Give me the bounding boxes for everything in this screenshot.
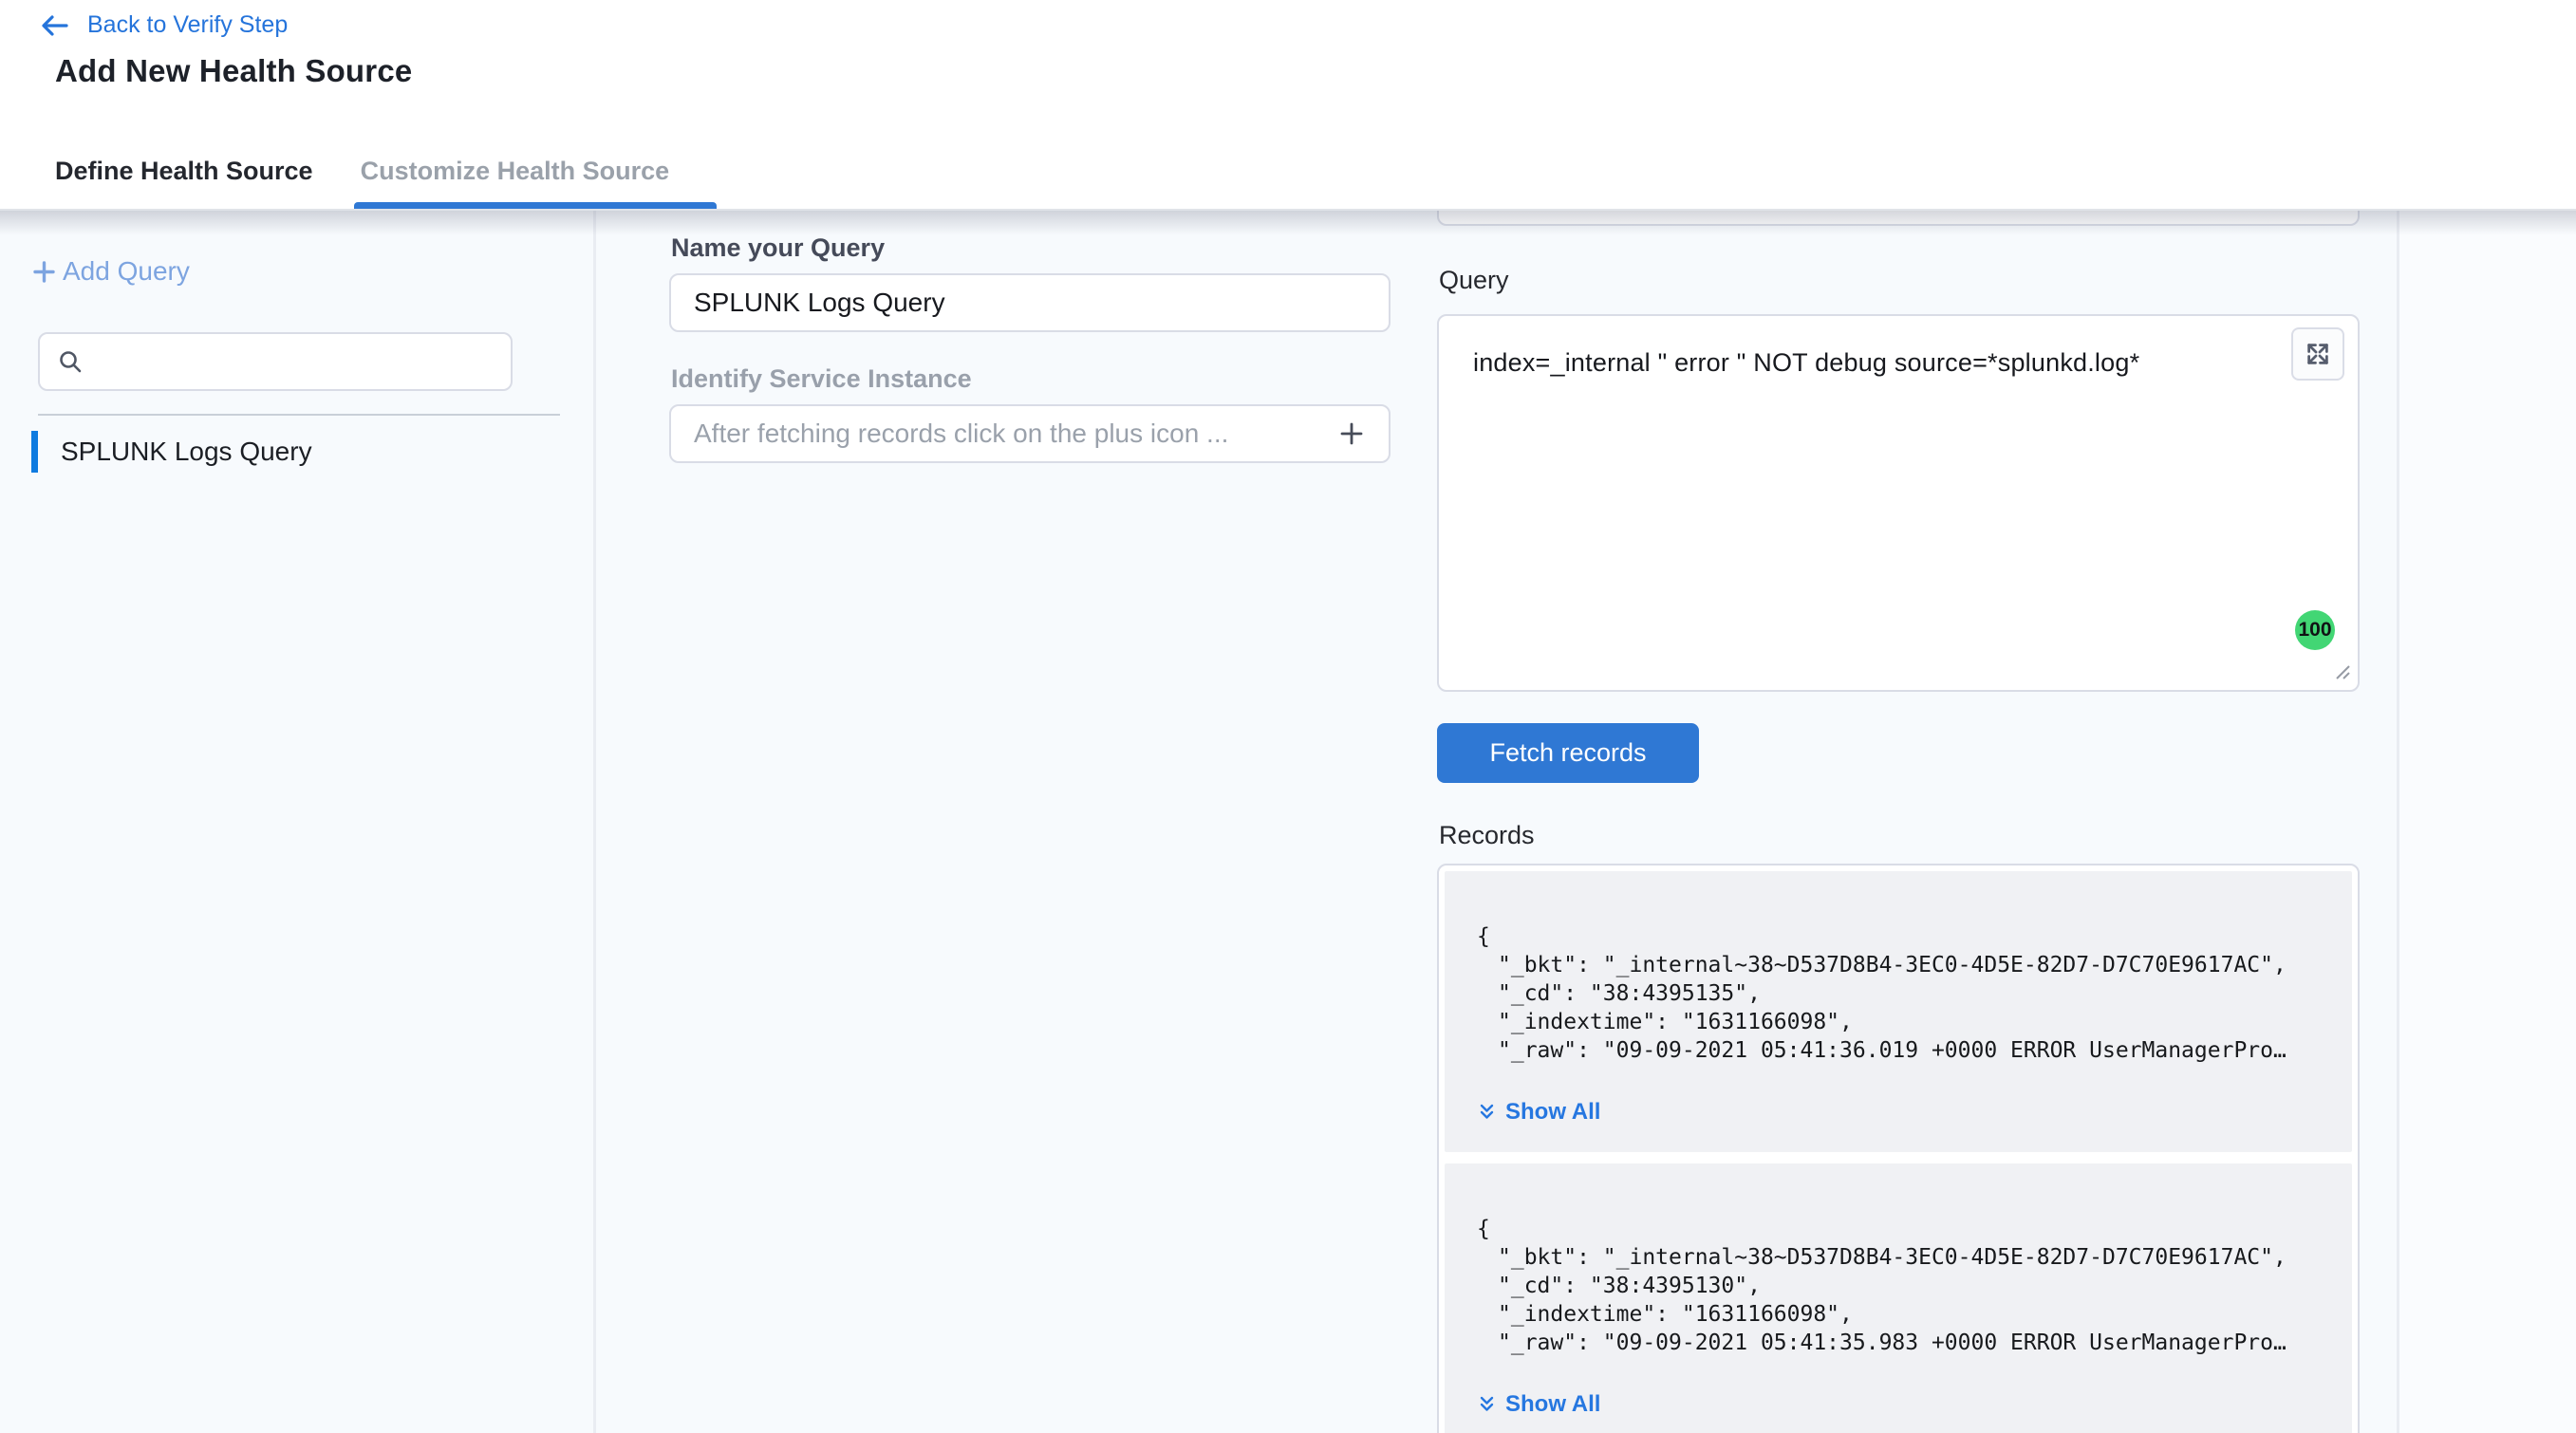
query-name-value: SPLUNK Logs Query [694, 288, 945, 318]
record-json-line: "_bkt": "_internal~38~D537D8B4-3EC0-4D5E… [1477, 951, 2333, 979]
records-label: Records [1439, 821, 1535, 850]
show-all-label: Show All [1505, 1099, 1600, 1126]
sidebar-divider [38, 414, 560, 416]
expand-arrows-icon [2304, 340, 2332, 368]
fetch-records-button[interactable]: Fetch records [1437, 723, 1699, 783]
record-json-line: { [1477, 922, 2333, 951]
back-arrow-icon [38, 12, 70, 39]
query-label: Query [1439, 266, 1509, 295]
record-json-line: "_raw": "09-09-2021 05:41:35.983 +0000 E… [1477, 1329, 2333, 1357]
query-value: index=_internal " error " NOT debug sour… [1473, 348, 2139, 378]
double-chevron-down-icon [1477, 1102, 1497, 1124]
show-all-button[interactable]: Show All [1477, 1099, 2333, 1126]
active-tab-underline [354, 202, 717, 209]
query-textarea[interactable]: index=_internal " error " NOT debug sour… [1437, 314, 2360, 692]
back-to-verify-step-link[interactable]: Back to Verify Step [38, 11, 288, 39]
page-title: Add New Health Source [55, 53, 412, 89]
tab-bar: Define Health Source Customize Health So… [0, 133, 2576, 211]
plus-icon [31, 259, 57, 285]
partial-input-cut-off[interactable] [1437, 211, 2360, 226]
show-all-label: Show All [1505, 1391, 1600, 1418]
selected-query-indicator [31, 431, 38, 473]
identify-service-instance-label: Identify Service Instance [671, 364, 972, 394]
query-item-label: SPLUNK Logs Query [61, 437, 312, 467]
add-health-source-drawer: Back to Verify Step Add New Health Sourc… [0, 0, 2576, 1433]
record-card: { "_bkt": "_internal~38~D537D8B4-3EC0-4D… [1445, 871, 2352, 1152]
record-card: { "_bkt": "_internal~38~D537D8B4-3EC0-4D… [1445, 1163, 2352, 1433]
add-query-button[interactable]: Add Query [31, 256, 190, 287]
expand-query-button[interactable] [2291, 327, 2344, 381]
tab-define-health-source[interactable]: Define Health Source [55, 157, 313, 186]
textarea-resize-handle[interactable] [2331, 661, 2352, 686]
add-service-instance-icon[interactable] [1337, 419, 1366, 448]
name-your-query-label: Name your Query [671, 233, 885, 263]
search-icon [57, 348, 84, 375]
add-query-label: Add Query [63, 256, 190, 287]
show-all-button[interactable]: Show All [1477, 1391, 2333, 1418]
record-json-line: "_cd": "38:4395130", [1477, 1272, 2333, 1300]
records-panel: { "_bkt": "_internal~38~D537D8B4-3EC0-4D… [1437, 864, 2360, 1433]
service-instance-placeholder: After fetching records click on the plus… [694, 419, 1337, 449]
record-json-line: "_cd": "38:4395135", [1477, 979, 2333, 1008]
query-sidebar: Add Query SPLUNK Logs Query [0, 211, 596, 1433]
double-chevron-down-icon [1477, 1394, 1497, 1416]
record-json-line: "_bkt": "_internal~38~D537D8B4-3EC0-4D5E… [1477, 1243, 2333, 1272]
query-search-input[interactable] [38, 332, 513, 391]
service-instance-input[interactable]: After fetching records click on the plus… [669, 404, 1391, 463]
query-list-item-splunk-logs-query[interactable]: SPLUNK Logs Query [31, 431, 312, 473]
record-json-line: { [1477, 1215, 2333, 1243]
record-json-line: "_raw": "09-09-2021 05:41:36.019 +0000 E… [1477, 1036, 2333, 1065]
query-name-input[interactable]: SPLUNK Logs Query [669, 273, 1391, 332]
tab-customize-health-source[interactable]: Customize Health Source [361, 157, 670, 186]
drawer-header: Back to Verify Step Add New Health Sourc… [0, 0, 2576, 133]
record-count-badge: 100 [2295, 610, 2335, 650]
record-json-line: "_indextime": "1631166098", [1477, 1008, 2333, 1036]
panel-right-margin [2399, 211, 2576, 1433]
record-json-line: "_indextime": "1631166098", [1477, 1300, 2333, 1329]
back-link-label: Back to Verify Step [87, 11, 288, 39]
customize-health-source-panel: Add Query SPLUNK Logs Query Name your Qu… [0, 211, 2576, 1433]
